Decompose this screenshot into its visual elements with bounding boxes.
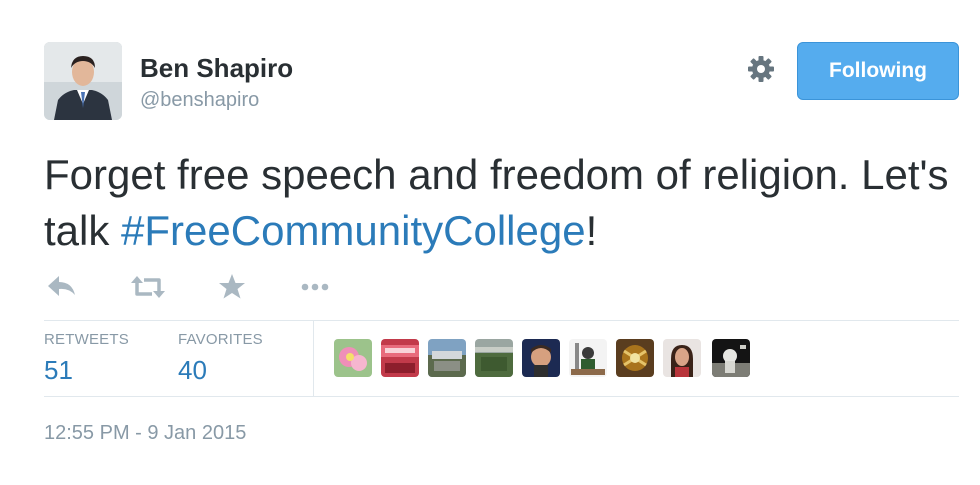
favoriter-avatar[interactable] (712, 339, 750, 377)
favorite-icon[interactable] (214, 270, 250, 304)
gear-icon[interactable] (745, 53, 777, 85)
favoriter-avatar[interactable] (381, 339, 419, 377)
favorites-label: FAVORITES (178, 331, 263, 348)
favoriter-avatar[interactable] (334, 339, 372, 377)
tweet-timestamp[interactable]: 12:55 PM - 9 Jan 2015 (44, 422, 246, 445)
favoriter-avatar[interactable] (616, 339, 654, 377)
favorites-count[interactable]: 40 (178, 355, 207, 386)
retweet-icon[interactable] (130, 270, 166, 304)
more-icon[interactable] (298, 270, 334, 304)
following-button[interactable]: Following (797, 42, 959, 100)
stats-top-divider (44, 320, 959, 321)
user-avatar[interactable] (44, 42, 122, 120)
retweets-count[interactable]: 51 (44, 355, 73, 386)
favoriter-avatar[interactable] (569, 339, 607, 377)
reply-icon[interactable] (44, 270, 80, 304)
tweet-text-end: ! (585, 207, 598, 254)
user-name[interactable]: Ben Shapiro (140, 53, 293, 84)
retweets-label: RETWEETS (44, 331, 129, 348)
favoriter-avatar[interactable] (475, 339, 513, 377)
hashtag-link[interactable]: #FreeCommunityCollege (121, 207, 586, 254)
stats-bottom-divider (44, 396, 959, 397)
favoriter-avatar[interactable] (663, 339, 701, 377)
tweet-text: Forget free speech and freedom of religi… (44, 147, 964, 259)
avatar-photo (44, 42, 122, 120)
favoriter-avatar[interactable] (428, 339, 466, 377)
user-handle[interactable]: @benshapiro (140, 89, 259, 112)
favoriter-avatar[interactable] (522, 339, 560, 377)
stats-vertical-divider (313, 321, 314, 396)
